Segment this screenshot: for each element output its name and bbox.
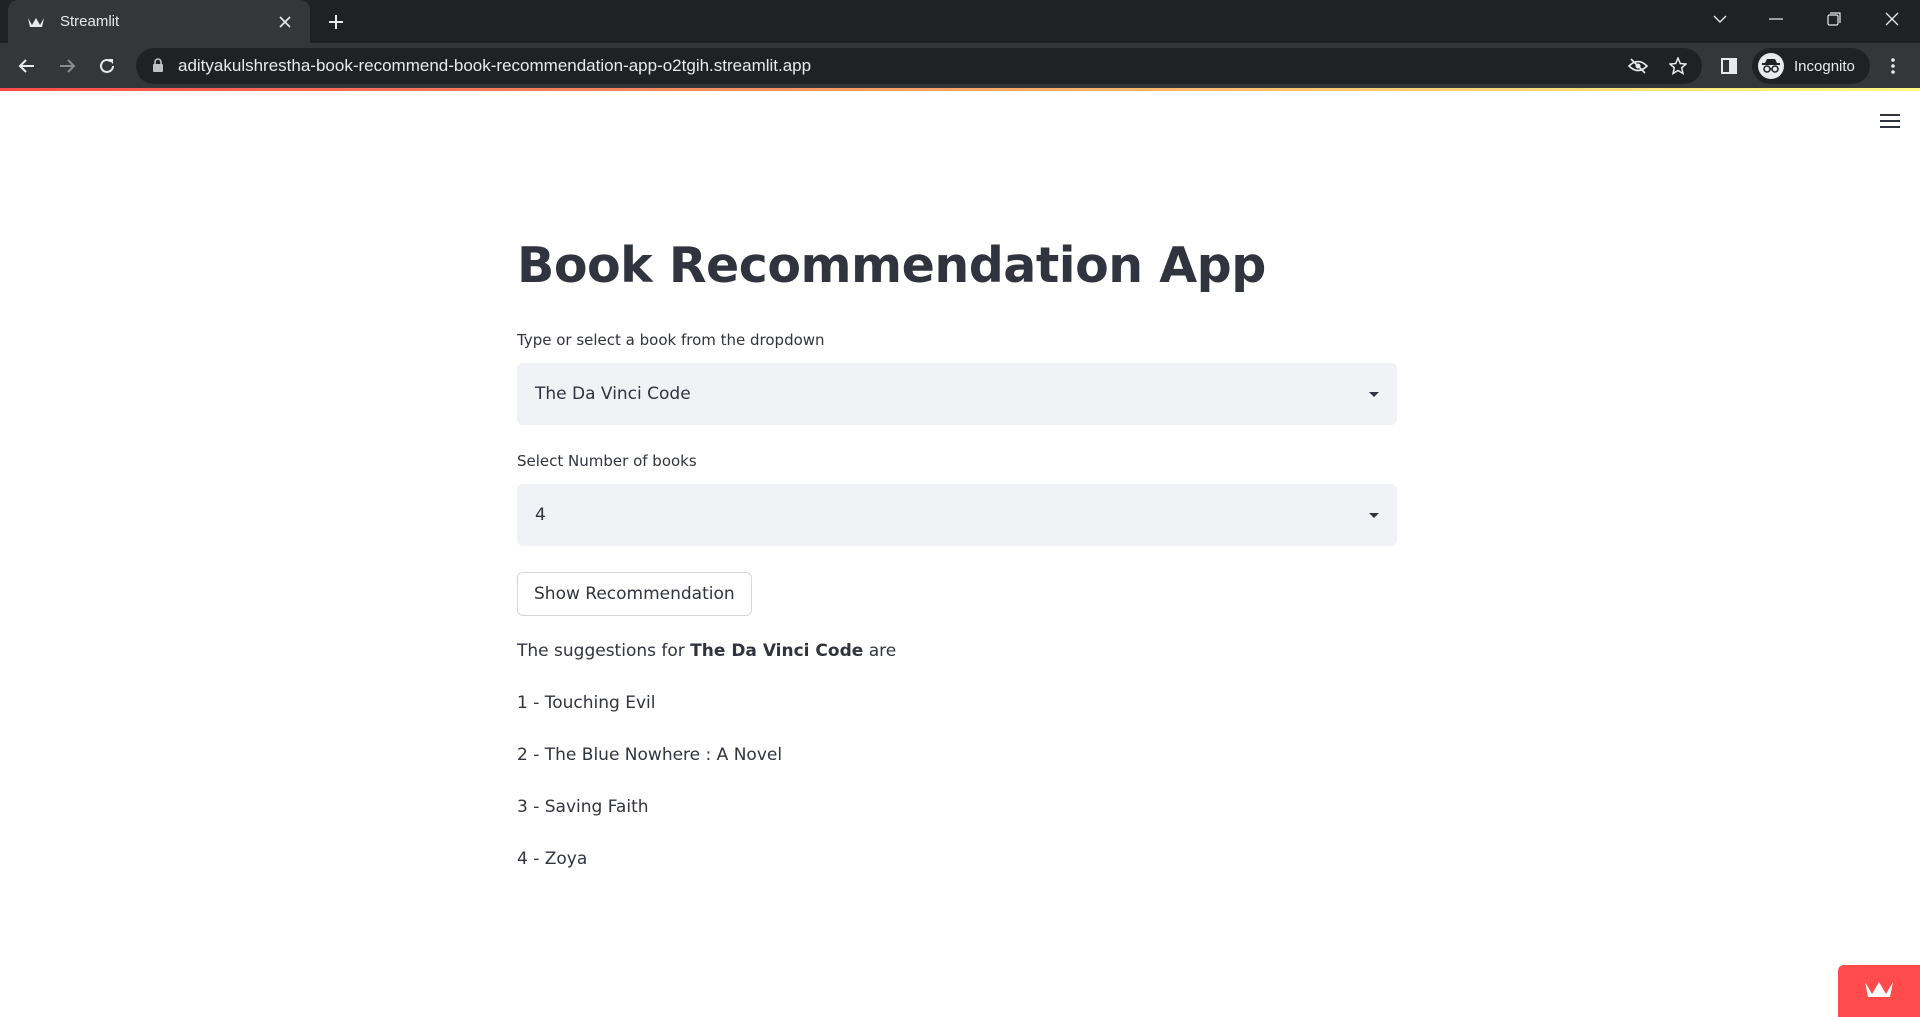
star-icon[interactable] [1662, 50, 1694, 82]
incognito-icon [1758, 53, 1784, 79]
streamlit-decoration-bar [0, 88, 1920, 91]
chevron-down-icon [1369, 391, 1379, 397]
lock-icon[interactable] [152, 57, 164, 76]
back-icon[interactable] [10, 49, 44, 83]
browser-toolbar: adityakulshrestha-book-recommend-book-re… [0, 43, 1920, 88]
show-recommendation-button[interactable]: Show Recommendation [517, 572, 752, 616]
incognito-profile-button[interactable]: Incognito [1752, 48, 1870, 84]
recommendation-item: 1 - Touching Evil [517, 693, 656, 713]
suggestion-suffix: are [868, 641, 897, 661]
book-select[interactable]: The Da Vinci Code [517, 363, 1397, 425]
count-select-label: Select Number of books [517, 452, 697, 470]
address-bar[interactable]: adityakulshrestha-book-recommend-book-re… [136, 48, 1702, 84]
page-title: Book Recommendation App [517, 237, 1266, 294]
profile-label: Incognito [1794, 57, 1855, 75]
restore-icon[interactable] [1806, 0, 1862, 38]
more-options-icon[interactable] [1876, 49, 1910, 83]
recommendation-item: 2 - The Blue Nowhere : A Novel [517, 745, 783, 765]
suggestion-book: The Da Vinci Code [690, 641, 864, 661]
browser-tabstrip: Streamlit [0, 0, 1920, 43]
recommendation-item: 4 - Zoya [517, 849, 588, 869]
close-window-icon[interactable] [1864, 0, 1920, 38]
reload-icon[interactable] [90, 49, 124, 83]
chevron-down-icon [1369, 512, 1379, 518]
tab-title: Streamlit [60, 13, 120, 30]
main-content: Book Recommendation App Type or select a… [517, 230, 1397, 872]
streamlit-badge[interactable] [1838, 965, 1920, 1017]
side-panel-icon[interactable] [1712, 49, 1746, 83]
close-tab-icon[interactable] [274, 11, 296, 33]
count-select[interactable]: 4 [517, 484, 1397, 546]
count-select-value: 4 [535, 505, 546, 525]
suggestion-prefix: The suggestions for [517, 641, 685, 661]
book-select-value: The Da Vinci Code [535, 384, 691, 404]
suggestion-heading: The suggestions for The Da Vinci Code ar… [517, 638, 1397, 664]
new-tab-button[interactable] [322, 9, 350, 35]
url-text: adityakulshrestha-book-recommend-book-re… [178, 56, 812, 75]
tab-search-icon[interactable] [1692, 0, 1748, 38]
eye-off-icon[interactable] [1622, 50, 1654, 82]
browser-tab[interactable]: Streamlit [8, 0, 310, 43]
streamlit-crown-icon [26, 14, 46, 30]
hamburger-menu-icon[interactable] [1876, 108, 1904, 134]
streamlit-crown-icon [1863, 979, 1895, 1003]
minimize-icon[interactable] [1748, 0, 1804, 38]
book-select-label: Type or select a book from the dropdown [517, 331, 825, 349]
forward-icon[interactable] [50, 49, 84, 83]
recommendation-item: 3 - Saving Faith [517, 797, 649, 817]
